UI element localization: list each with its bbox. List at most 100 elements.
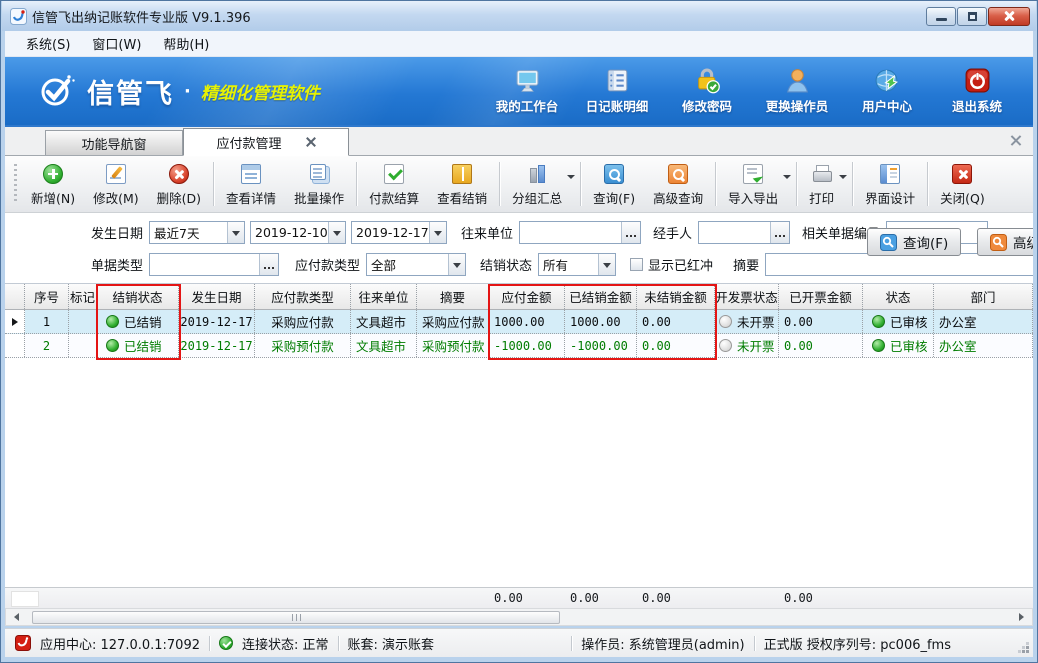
approved-status-icon — [872, 315, 885, 328]
banner-action-exit[interactable]: 退出系统 — [935, 67, 1019, 115]
red-flush-checkbox[interactable] — [630, 258, 643, 271]
red-flush-label: 显示已红冲 — [648, 255, 713, 274]
pay-settle-icon — [384, 164, 404, 184]
account-set-text: 账套: 演示账套 — [348, 634, 435, 653]
grid-header: 序号 标记 结销状态 发生日期 应付款类型 往来单位 摘要 应付金额 已结销金额… — [5, 284, 1033, 310]
view-settle-button[interactable]: 查看结销 — [428, 159, 496, 210]
query-button[interactable]: 查询(F) — [867, 228, 961, 256]
chevron-down-icon[interactable] — [598, 254, 615, 275]
handler-input[interactable] — [698, 221, 790, 244]
ellipsis-icon[interactable] — [621, 222, 640, 243]
resize-grip[interactable] — [1026, 650, 1029, 653]
tab-payables-management[interactable]: 应付款管理 — [183, 128, 349, 156]
brand-banner: 信管飞 · 精细化管理软件 我的工作台 日记账明细 修改密码 更换操作员 — [5, 57, 1033, 125]
connection-text: 连接状态: 正常 — [242, 634, 329, 653]
chevron-down-icon[interactable] — [429, 222, 446, 243]
col-payable-type[interactable]: 应付款类型 — [255, 284, 351, 309]
banner-action-switch-operator[interactable]: 更换操作员 — [755, 67, 839, 115]
col-mark[interactable]: 标记 — [69, 284, 97, 309]
print-button[interactable]: 打印 — [800, 159, 843, 210]
settled-status-icon — [106, 315, 119, 328]
add-button[interactable]: 新增(N) — [22, 159, 84, 210]
menu-system[interactable]: 系统(S) — [15, 31, 81, 56]
date-to-combo[interactable]: 2019-12-17 — [351, 221, 447, 244]
ellipsis-icon[interactable] — [770, 222, 789, 243]
tab-close-icon[interactable] — [306, 137, 316, 147]
col-invoiced-amount[interactable]: 已开票金额 — [779, 284, 863, 309]
col-unit[interactable]: 往来单位 — [351, 284, 417, 309]
col-status[interactable]: 状态 — [863, 284, 934, 309]
batch-operation-button[interactable]: 批量操作 — [285, 159, 353, 210]
view-settle-icon — [452, 164, 472, 184]
advanced-query-button[interactable]: 高级查询 — [977, 228, 1033, 256]
col-summary[interactable]: 摘要 — [417, 284, 489, 309]
operator-icon — [784, 67, 811, 94]
chevron-down-icon[interactable] — [448, 254, 465, 275]
col-seq[interactable]: 序号 — [25, 284, 69, 309]
import-export-button[interactable]: 导入导出 — [719, 159, 787, 210]
unit-input[interactable] — [519, 221, 641, 244]
ellipsis-icon[interactable] — [259, 254, 278, 275]
table-row[interactable]: 1 已结销 2019-12-17 采购应付款 文具超市 采购应付款 1000.0… — [5, 310, 1033, 334]
query-toolbar-button[interactable]: 查询(F) — [584, 159, 644, 210]
toolbar-separator — [580, 162, 581, 206]
tab-nav-window[interactable]: 功能导航窗 — [45, 130, 183, 155]
search-icon — [880, 234, 897, 251]
chevron-down-icon[interactable] — [227, 222, 244, 243]
chevron-down-icon[interactable] — [328, 222, 345, 243]
lock-icon — [694, 67, 721, 94]
handler-label: 经手人 — [653, 223, 692, 242]
tabstrip-close-icon[interactable] — [1010, 135, 1021, 146]
scroll-left-button[interactable] — [6, 609, 23, 625]
edit-button[interactable]: 修改(M) — [84, 159, 148, 210]
chevron-down-icon[interactable] — [567, 167, 577, 187]
banner-action-user-center[interactable]: 用户中心 — [845, 67, 929, 115]
doc-type-input[interactable] — [149, 253, 279, 276]
col-date[interactable]: 发生日期 — [179, 284, 255, 309]
toolbar-drag-grip[interactable] — [14, 164, 17, 204]
delete-button[interactable]: 删除(D) — [148, 159, 210, 210]
total-invoiced: 0.00 — [779, 591, 863, 605]
table-row[interactable]: 2 已结销 2019-12-17 采购预付款 文具超市 采购预付款 -1000.… — [5, 334, 1033, 358]
group-summary-button[interactable]: 分组汇总 — [503, 159, 571, 210]
operator-text: 操作员: 系统管理员(admin) — [581, 634, 744, 653]
col-settled-amount[interactable]: 已结销金额 — [565, 284, 637, 309]
scrollbar-thumb[interactable] — [32, 611, 560, 624]
globe-icon — [874, 67, 901, 94]
chevron-down-icon[interactable] — [839, 167, 849, 187]
date-range-combo[interactable]: 最近7天 — [149, 221, 245, 244]
toolbar-separator — [715, 162, 716, 206]
ui-design-button[interactable]: 界面设计 — [856, 159, 924, 210]
scroll-right-button[interactable] — [1015, 609, 1032, 625]
banner-action-journal[interactable]: 日记账明细 — [575, 67, 659, 115]
restore-icon — [968, 12, 977, 21]
col-dept[interactable]: 部门 — [934, 284, 1033, 309]
banner-action-change-password[interactable]: 修改密码 — [665, 67, 749, 115]
banner-action-workbench[interactable]: 我的工作台 — [485, 67, 569, 115]
minimize-button[interactable] — [926, 7, 956, 26]
date-from-combo[interactable]: 2019-12-10 — [250, 221, 346, 244]
advanced-query-toolbar-button[interactable]: 高级查询 — [644, 159, 712, 210]
title-bar[interactable]: 信管飞出纳记账软件专业版 V9.1.396 — [2, 1, 1036, 31]
menu-help[interactable]: 帮助(H) — [152, 31, 220, 56]
view-details-button[interactable]: 查看详情 — [217, 159, 285, 210]
close-tab-button[interactable]: 关闭(Q) — [931, 159, 994, 210]
col-settle-status[interactable]: 结销状态 — [97, 284, 179, 309]
col-amount[interactable]: 应付金额 — [489, 284, 565, 309]
license-text: 正式版 授权序列号: pc006_fms — [764, 634, 951, 653]
menu-window[interactable]: 窗口(W) — [81, 31, 152, 56]
horizontal-scrollbar[interactable] — [5, 608, 1033, 626]
thumb-grip-icon — [292, 614, 301, 621]
restore-button[interactable] — [957, 7, 987, 26]
summary-input[interactable] — [765, 253, 1033, 276]
col-invoice-status[interactable]: 开发票状态 — [715, 284, 779, 309]
payment-settle-button[interactable]: 付款结算 — [360, 159, 428, 210]
payable-type-combo[interactable]: 全部 — [366, 253, 466, 276]
brand-slogan: 精细化管理软件 — [201, 79, 320, 104]
chevron-down-icon[interactable] — [783, 167, 793, 187]
settle-status-combo[interactable]: 所有 — [538, 253, 616, 276]
total-settled: 0.00 — [565, 591, 637, 605]
settled-status-icon — [106, 339, 119, 352]
col-unsettled-amount[interactable]: 未结销金额 — [637, 284, 715, 309]
close-button[interactable] — [988, 7, 1030, 26]
